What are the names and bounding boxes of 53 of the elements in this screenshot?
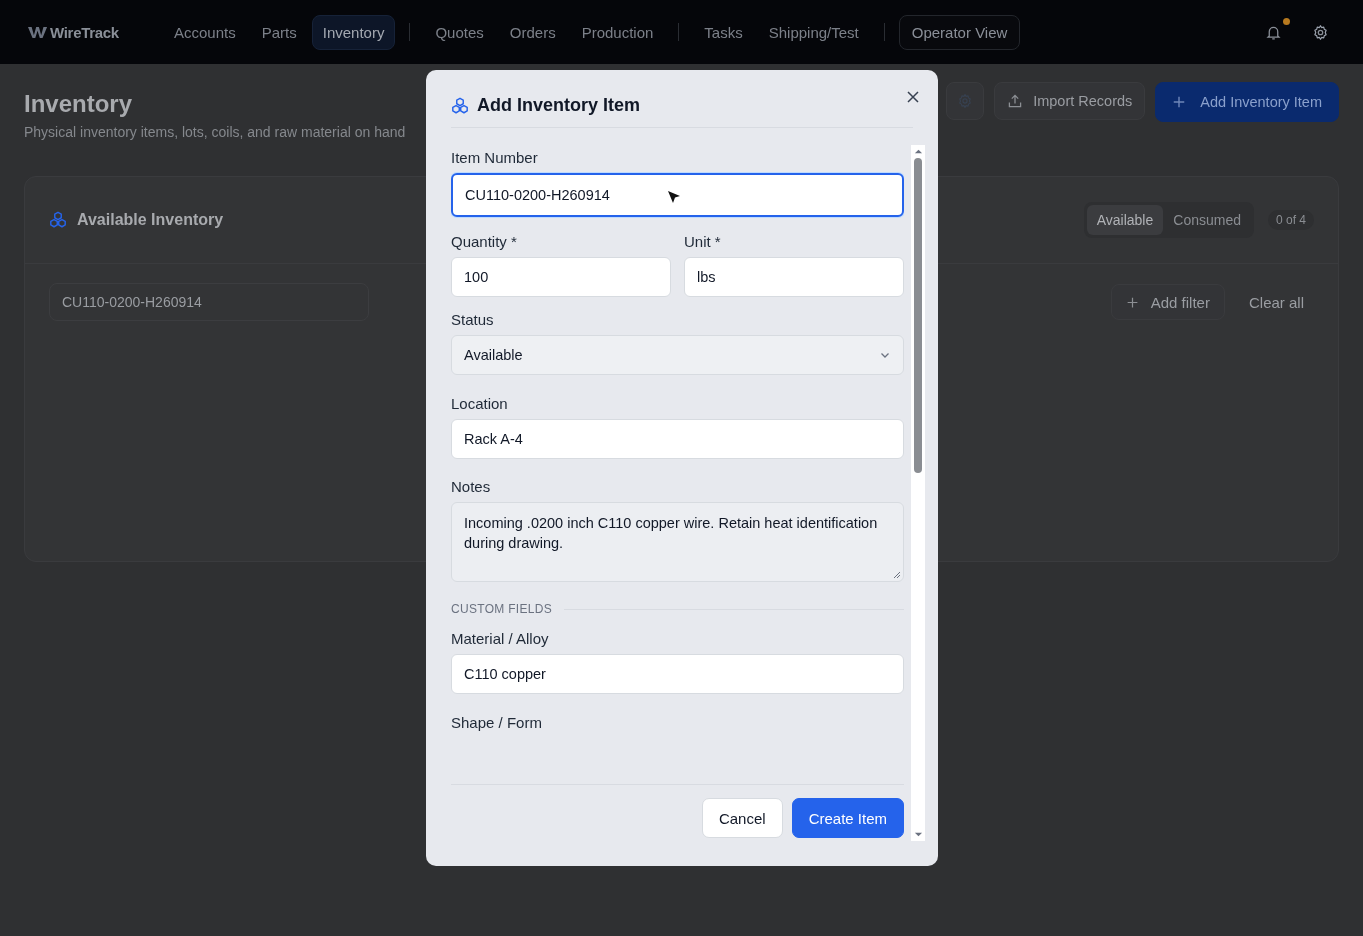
nav-link[interactable]: Inventory <box>311 14 396 50</box>
text-field[interactable]: 100 <box>451 256 671 297</box>
plus-icon <box>1172 95 1187 109</box>
text-field[interactable]: CU110-0200-H260914 <box>451 173 904 217</box>
field-label: Status <box>451 310 495 328</box>
count-badge: 0 of 4 <box>1267 210 1314 230</box>
scroll-down-arrow-icon[interactable] <box>913 832 923 838</box>
section-heading: CUSTOM FIELDS <box>451 602 553 617</box>
dialog-title: Add Inventory Item <box>477 95 641 116</box>
add-inventory-item-button[interactable]: Add Inventory Item <box>1155 82 1339 122</box>
text-field[interactable]: Rack A-4 <box>451 418 904 459</box>
filter-tab[interactable]: Available <box>1086 205 1164 235</box>
notes-textarea[interactable]: Incoming .0200 inch C110 copper wire. Retain heat identification during drawing. <box>451 502 904 583</box>
filter-tab[interactable]: Consumed <box>1163 205 1251 235</box>
nav-link[interactable]: Shipping/Test <box>757 14 870 50</box>
brand-name: WireTrack <box>50 23 119 41</box>
page-title: Inventory <box>24 90 134 118</box>
field-label: Location <box>451 394 509 412</box>
text-field[interactable]: C110 copper <box>451 654 904 695</box>
upload-icon <box>1007 93 1024 109</box>
field-label: Shape / Form <box>451 714 543 732</box>
field-label: Quantity * <box>451 232 518 250</box>
panel-title: Available Inventory <box>77 211 224 229</box>
cubes-icon <box>49 211 67 229</box>
field-label: Material / Alloy <box>451 630 550 648</box>
nav-link[interactable]: Accounts <box>163 14 247 50</box>
resize-grip-icon <box>893 571 901 580</box>
logo-icon <box>28 25 48 39</box>
nav-link[interactable]: Tasks <box>693 14 754 50</box>
text-field[interactable]: lbs <box>684 256 904 297</box>
field-label: Unit * <box>684 232 722 250</box>
field-label: Notes <box>451 478 492 496</box>
clear-all-button[interactable]: Clear all <box>1238 287 1314 317</box>
field-label: Item Number <box>451 149 539 166</box>
add-filter-button[interactable]: Add filter <box>1110 284 1225 320</box>
nav-link[interactable]: Quotes <box>424 14 495 50</box>
nav-link[interactable]: Orders <box>498 14 567 50</box>
nav-link[interactable]: Production <box>570 14 665 50</box>
scroll-up-arrow-icon[interactable] <box>913 148 923 154</box>
plus-icon <box>1125 295 1139 309</box>
operator-view-button[interactable]: Operator View <box>898 14 1021 50</box>
page-subtitle: Physical inventory items, lots, coils, and raw material on hand <box>24 124 406 140</box>
create-item-button[interactable]: Create Item <box>791 798 904 838</box>
import-records-button[interactable]: Import Records <box>994 82 1146 120</box>
nav-link[interactable]: Parts <box>250 14 308 50</box>
cancel-button[interactable]: Cancel <box>701 798 783 838</box>
scrollbar-thumb[interactable] <box>914 158 922 473</box>
status-dropdown[interactable]: Available <box>451 334 904 375</box>
settings-icon[interactable] <box>1312 23 1329 41</box>
mouse-pointer-icon <box>666 189 682 205</box>
cubes-icon <box>451 96 469 115</box>
gear-icon <box>957 93 974 109</box>
search-field[interactable]: CU110-0200-H260914 <box>49 283 369 321</box>
